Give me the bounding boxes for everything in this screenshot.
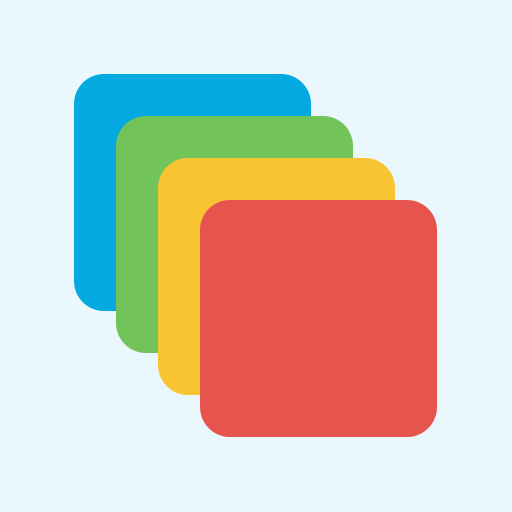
- red-layer: [200, 200, 437, 437]
- stacked-squares-icon: [0, 0, 512, 512]
